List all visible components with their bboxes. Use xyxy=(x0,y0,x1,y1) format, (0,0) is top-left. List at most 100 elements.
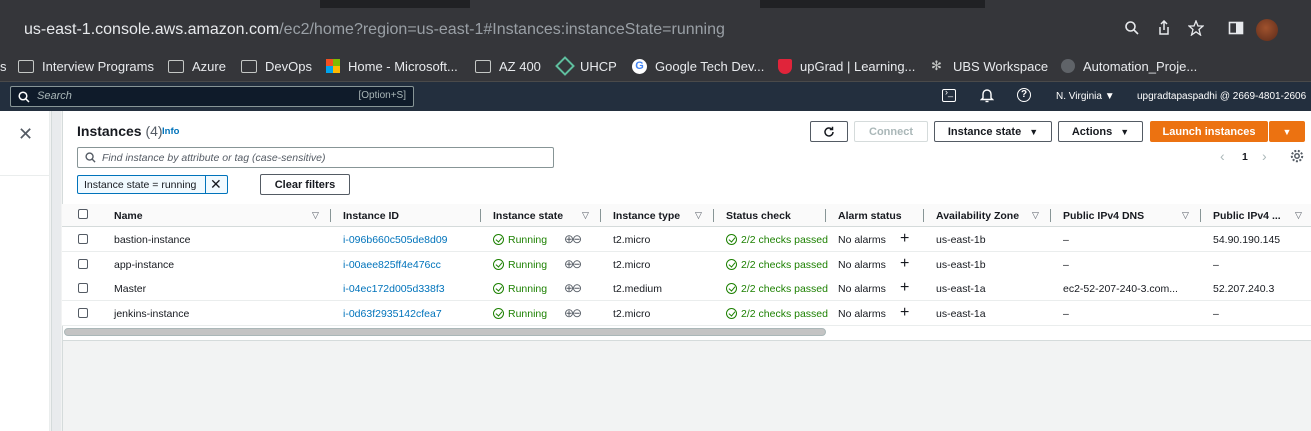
previous-page-icon[interactable]: ‹ xyxy=(1220,148,1225,164)
table-row[interactable]: jenkins-instance i-0d63f2935142cfea7 Run… xyxy=(62,301,1311,326)
row-checkbox[interactable] xyxy=(78,259,88,269)
share-icon[interactable] xyxy=(1154,19,1174,40)
launch-options-dropdown[interactable]: ▼ xyxy=(1269,121,1305,142)
bookmark-interview-programs[interactable]: Interview Programs xyxy=(18,57,154,75)
connect-button[interactable]: Connect xyxy=(854,121,928,142)
col-header-public-ipv4[interactable]: Public IPv4 ... xyxy=(1213,210,1281,222)
close-icon[interactable]: ✕ xyxy=(18,125,33,143)
table-row[interactable]: bastion-instance i-096b660c505de8d09 Run… xyxy=(62,227,1311,252)
aws-search-input[interactable]: Search [Option+S] xyxy=(10,86,414,107)
page-number[interactable]: 1 xyxy=(1242,151,1248,163)
column-resizer[interactable] xyxy=(600,209,601,222)
sort-icon[interactable]: ▽ xyxy=(1032,210,1039,221)
bookmark-google-tech-dev[interactable]: G Google Tech Dev... xyxy=(632,57,764,75)
col-header-name[interactable]: Name xyxy=(114,210,143,222)
settings-gear-icon[interactable] xyxy=(1290,149,1304,163)
remove-filter-icon[interactable]: ✕ xyxy=(210,176,222,193)
bookmark-label: Azure xyxy=(192,58,226,74)
cell-instance-id-link[interactable]: i-00aee825ff4e476cc xyxy=(343,259,441,271)
actions-dropdown[interactable]: Actions ▼ xyxy=(1058,121,1143,142)
zoom-icon[interactable] xyxy=(1122,20,1142,40)
add-alarm-icon[interactable]: + xyxy=(900,279,909,297)
success-check-icon xyxy=(726,283,737,294)
row-checkbox[interactable] xyxy=(78,283,88,293)
instance-state-label: Instance state xyxy=(947,125,1022,138)
bookmark-devops[interactable]: DevOps xyxy=(241,57,312,75)
row-checkbox[interactable] xyxy=(78,308,88,318)
bookmark-automation-project[interactable]: Automation_Proje... xyxy=(1061,57,1197,75)
col-header-availability-zone[interactable]: Availability Zone xyxy=(936,210,1019,222)
bookmark-home-microsoft[interactable]: Home - Microsoft... xyxy=(326,57,458,75)
sort-icon[interactable]: ▽ xyxy=(1295,210,1302,221)
browser-tab[interactable] xyxy=(0,0,320,8)
bookmark-az400[interactable]: AZ 400 xyxy=(475,57,541,75)
zoom-in-out-icon[interactable]: ⊕⊖ xyxy=(564,257,582,271)
refresh-button[interactable] xyxy=(810,121,848,142)
help-icon[interactable]: ? xyxy=(1017,88,1031,102)
profile-avatar[interactable] xyxy=(1256,19,1278,41)
browser-tab[interactable] xyxy=(470,0,760,8)
cell-instance-id-link[interactable]: i-04ec172d005d338f3 xyxy=(343,283,445,295)
panel-resize-gutter[interactable] xyxy=(50,111,62,431)
zoom-in-out-icon[interactable]: ⊕⊖ xyxy=(564,306,582,320)
column-resizer[interactable] xyxy=(713,209,714,222)
col-header-instance-id[interactable]: Instance ID xyxy=(343,210,399,222)
cell-az: us-east-1a xyxy=(936,308,986,320)
column-resizer[interactable] xyxy=(330,209,331,222)
launch-instances-button[interactable]: Launch instances xyxy=(1150,121,1268,142)
sort-icon[interactable]: ▽ xyxy=(1182,210,1189,221)
column-resizer[interactable] xyxy=(480,209,481,222)
add-alarm-icon[interactable]: + xyxy=(900,230,909,248)
url-text[interactable]: us-east-1.console.aws.amazon.com/ec2/hom… xyxy=(24,21,725,39)
cloudshell-icon[interactable]: ›_ xyxy=(942,87,956,102)
bookmark-upgrad[interactable]: upGrad | Learning... xyxy=(778,57,915,75)
column-resizer[interactable] xyxy=(1200,209,1201,222)
success-check-icon xyxy=(726,259,737,270)
bookmark-azure[interactable]: Azure xyxy=(168,57,226,75)
bookmark-uhcp[interactable]: UHCP xyxy=(555,56,617,76)
column-resizer[interactable] xyxy=(923,209,924,222)
column-resizer[interactable] xyxy=(1050,209,1051,222)
address-bar[interactable]: us-east-1.console.aws.amazon.com/ec2/hom… xyxy=(0,8,1311,50)
region-selector[interactable]: N. Virginia ▼ xyxy=(1056,91,1115,102)
add-alarm-icon[interactable]: + xyxy=(900,304,909,322)
table-row[interactable]: Master i-04ec172d005d338f3 Running ⊕⊖ t2… xyxy=(62,276,1311,301)
launch-label: Launch instances xyxy=(1162,125,1256,138)
col-header-alarm-status[interactable]: Alarm status xyxy=(838,210,902,222)
sort-icon[interactable]: ▽ xyxy=(582,210,589,221)
find-instance-input[interactable]: Find instance by attribute or tag (case-… xyxy=(77,147,554,168)
cell-instance-id-link[interactable]: i-096b660c505de8d09 xyxy=(343,234,448,246)
bookmark-folder-hidden[interactable]: s xyxy=(0,57,7,75)
column-resizer[interactable] xyxy=(825,209,826,222)
sort-icon[interactable]: ▽ xyxy=(312,210,319,221)
bookmark-star-icon[interactable] xyxy=(1186,19,1206,40)
browser-tab-active[interactable] xyxy=(985,0,1311,8)
sort-icon[interactable]: ▽ xyxy=(695,210,702,221)
table-row[interactable]: app-instance i-00aee825ff4e476cc Running… xyxy=(62,252,1311,277)
col-header-instance-state[interactable]: Instance state xyxy=(493,210,563,222)
info-link[interactable]: Info xyxy=(162,126,179,137)
cell-instance-id-link[interactable]: i-0d63f2935142cfea7 xyxy=(343,308,442,320)
instance-state-dropdown[interactable]: Instance state ▼ xyxy=(934,121,1052,142)
notifications-bell-icon[interactable] xyxy=(979,88,995,103)
account-menu[interactable]: upgradtapaspadhi @ 2669-4801-2606 ▼ xyxy=(1137,91,1311,102)
add-alarm-icon[interactable]: + xyxy=(900,255,909,273)
cell-az: us-east-1a xyxy=(936,283,986,295)
resize-bar[interactable] xyxy=(51,111,61,431)
filter-token[interactable]: Instance state = running ✕ xyxy=(77,175,228,194)
side-panel-icon[interactable] xyxy=(1226,20,1246,40)
row-checkbox[interactable] xyxy=(78,234,88,244)
col-header-instance-type[interactable]: Instance type xyxy=(613,210,680,222)
select-all-checkbox[interactable] xyxy=(78,209,88,219)
col-header-public-ipv4-dns[interactable]: Public IPv4 DNS xyxy=(1063,210,1144,222)
clear-filters-button[interactable]: Clear filters xyxy=(260,174,350,195)
bookmark-label: Google Tech Dev... xyxy=(655,58,765,74)
next-page-icon[interactable]: › xyxy=(1262,148,1267,164)
bookmark-ubs-workspace[interactable]: ✻ UBS Workspace xyxy=(931,57,1048,75)
success-check-icon xyxy=(493,234,504,245)
col-header-status-check[interactable]: Status check xyxy=(726,210,791,222)
zoom-in-out-icon[interactable]: ⊕⊖ xyxy=(564,232,582,246)
zoom-in-out-icon[interactable]: ⊕⊖ xyxy=(564,281,582,295)
cell-type: t2.micro xyxy=(613,234,651,246)
horizontal-scrollbar[interactable] xyxy=(64,328,826,336)
